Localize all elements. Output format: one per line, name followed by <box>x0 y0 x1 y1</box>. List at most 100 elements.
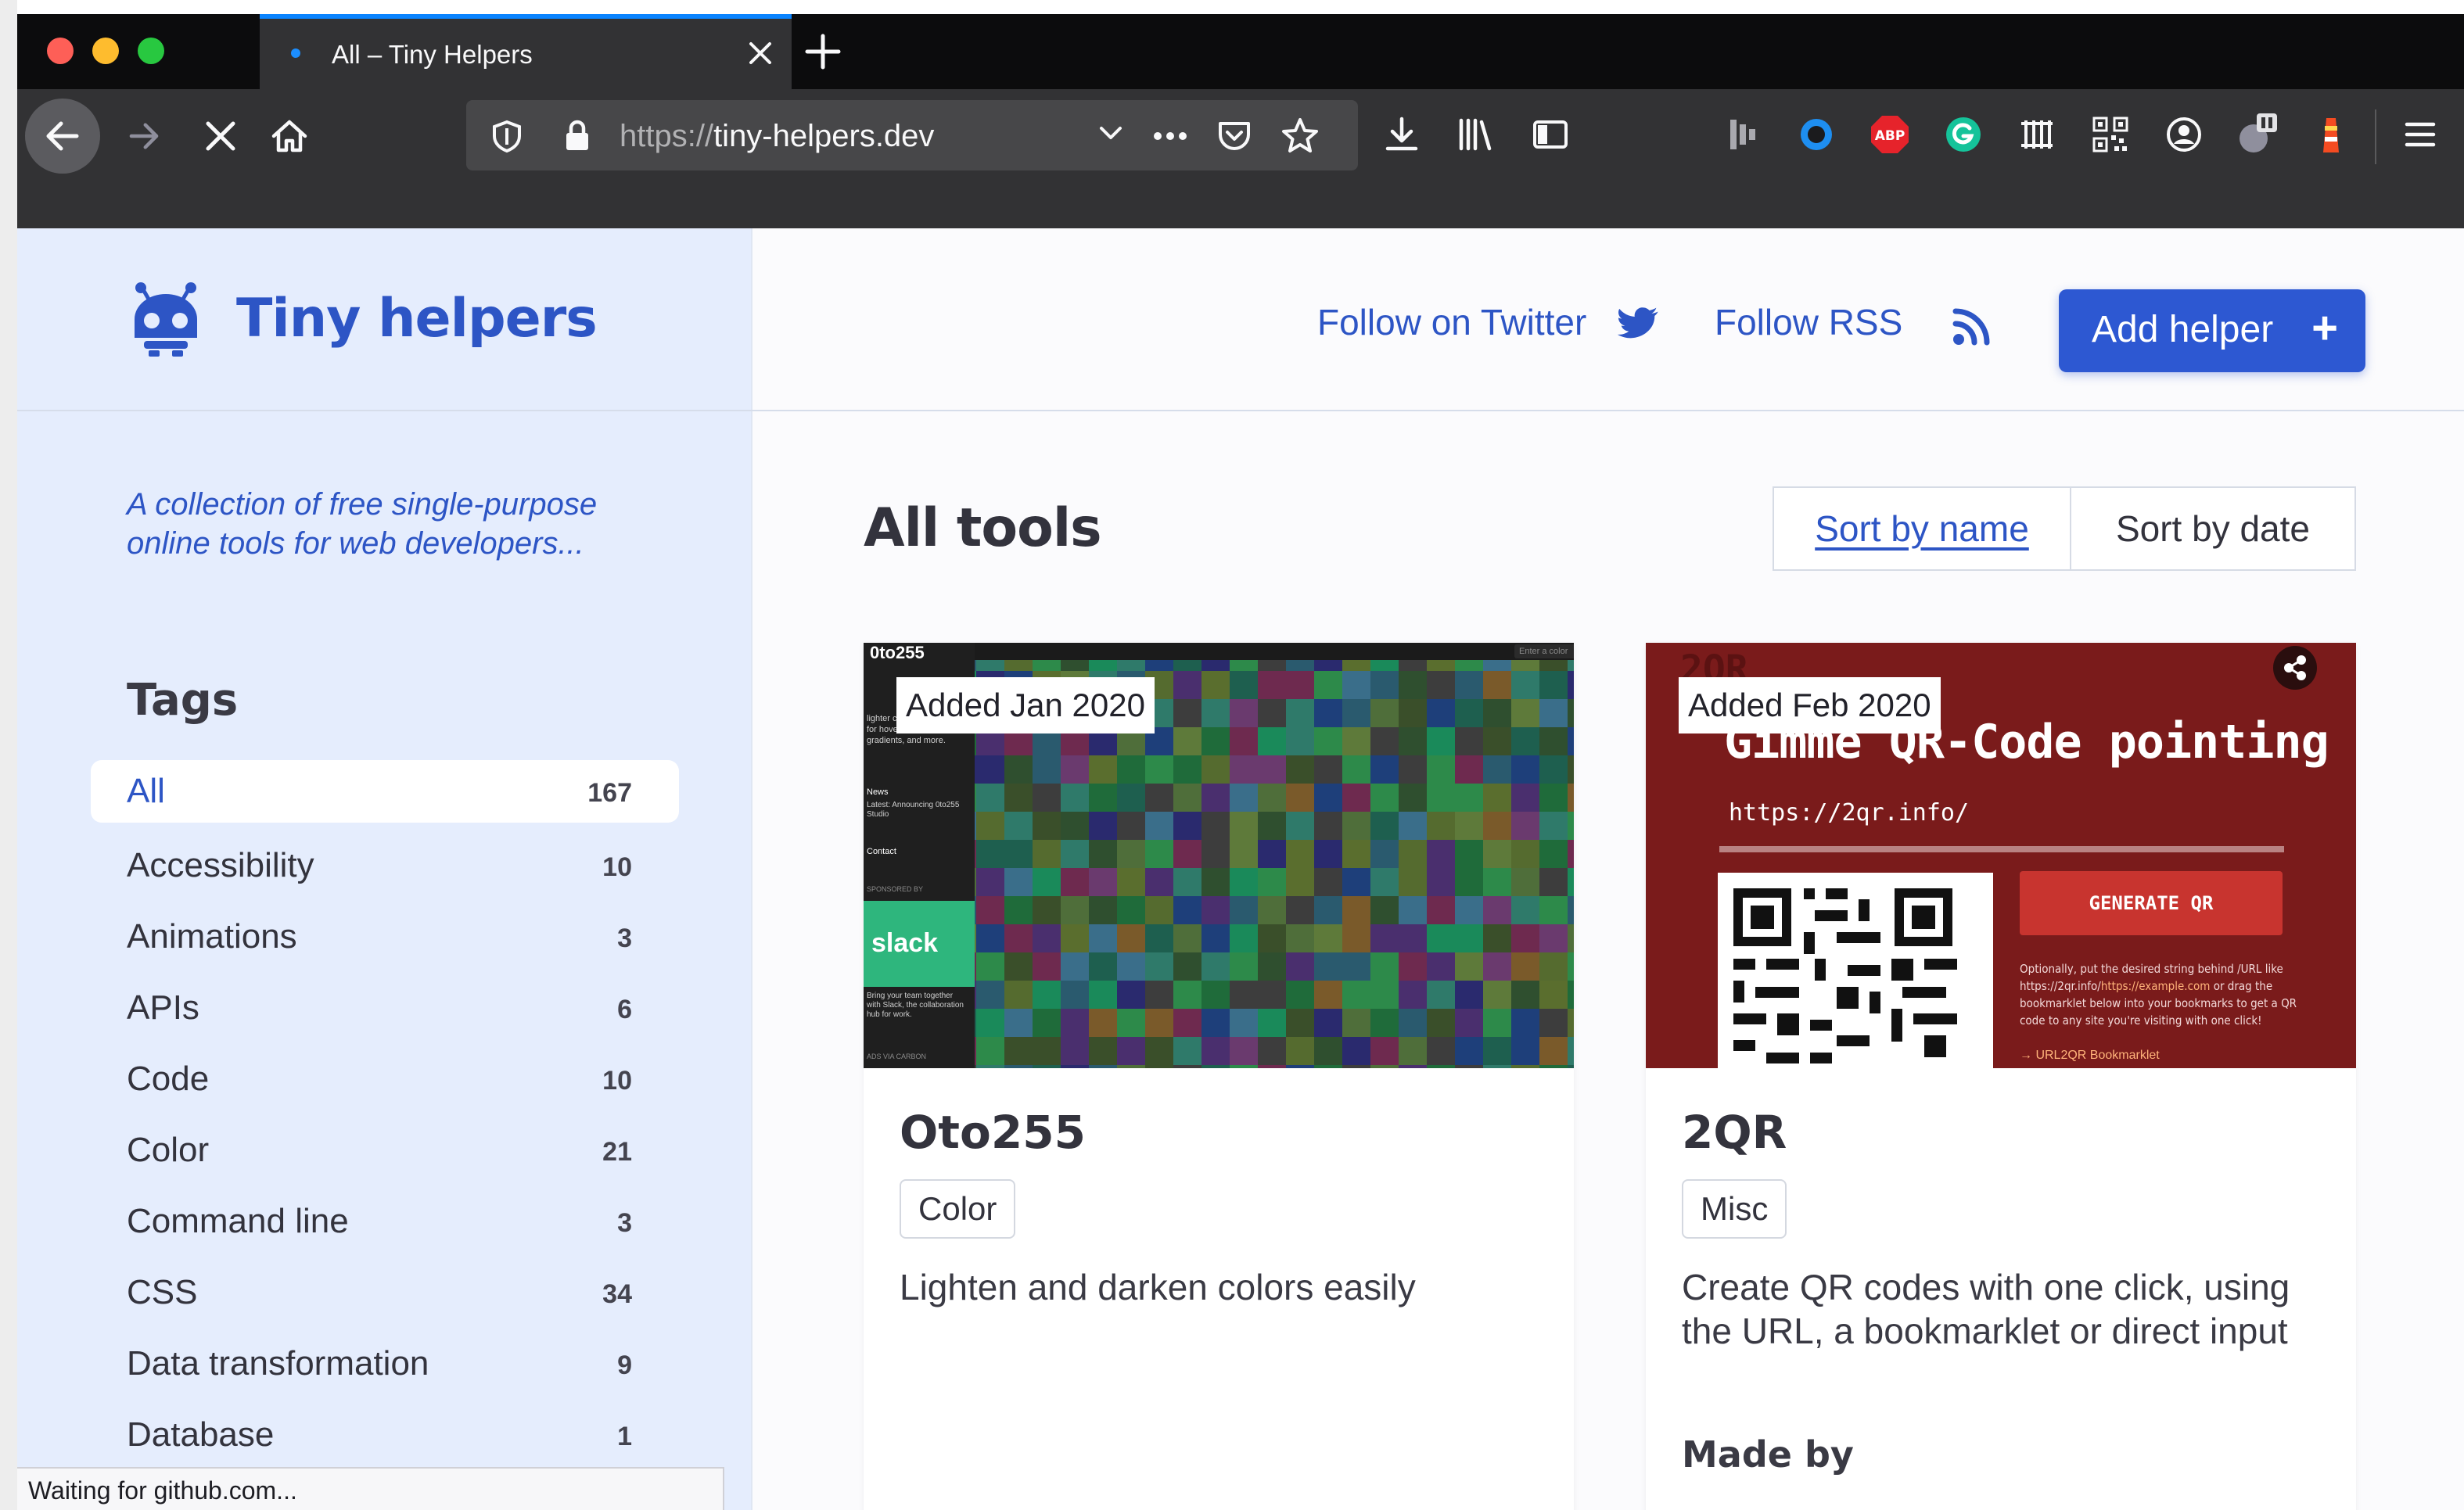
tag-item-code[interactable]: Code 10 <box>91 1045 679 1116</box>
color-swatch <box>1370 924 1399 952</box>
close-icon[interactable] <box>743 36 778 70</box>
tag-item-database[interactable]: Database 1 <box>91 1401 679 1472</box>
color-swatch <box>1314 727 1342 755</box>
tag-label: All <box>127 772 165 810</box>
chevron-down-icon[interactable] <box>1092 117 1130 155</box>
extension-paused-icon[interactable] <box>2232 109 2283 160</box>
screenshot-bookmarklet-link: → URL2QR Bookmarklet <box>2020 1049 2160 1062</box>
tag-item-accessibility[interactable]: Accessibility 10 <box>91 831 679 902</box>
color-swatch <box>1173 1065 1201 1068</box>
extension-lighthouse-icon[interactable] <box>2306 109 2356 160</box>
color-swatch <box>1568 1065 1574 1068</box>
tag-item-command-line[interactable]: Command line 3 <box>91 1187 679 1258</box>
stop-button[interactable] <box>188 103 253 169</box>
color-swatch <box>1539 755 1568 784</box>
tool-tag[interactable]: Misc <box>1682 1179 1787 1239</box>
color-swatch <box>1173 840 1201 868</box>
adblock-plus-icon[interactable]: ABP <box>1865 109 1915 160</box>
color-swatch <box>1342 727 1370 755</box>
url-bar[interactable]: https://tiny-helpers.dev <box>466 100 1358 170</box>
extension-circle-icon[interactable] <box>1791 109 1841 160</box>
sort-by-date-button[interactable]: Sort by date <box>2071 488 2354 569</box>
sidebar-icon[interactable] <box>1525 109 1575 160</box>
home-button[interactable] <box>257 103 322 169</box>
screenshot-qr-code <box>1718 873 1993 1068</box>
qr-code-icon[interactable] <box>2085 109 2135 160</box>
color-swatch <box>1230 727 1258 755</box>
color-swatch <box>1286 755 1314 784</box>
color-swatch <box>1568 699 1574 727</box>
color-swatch <box>976 1037 1004 1065</box>
url-text[interactable]: https://tiny-helpers.dev <box>620 117 934 155</box>
color-swatch <box>1258 671 1286 699</box>
tag-count: 9 <box>617 1350 632 1380</box>
sort-by-name-button[interactable]: Sort by name <box>1774 488 2071 569</box>
twitter-icon[interactable] <box>1618 303 1661 343</box>
tag-count: 10 <box>602 852 632 882</box>
color-swatch <box>1483 1009 1511 1037</box>
color-swatch <box>1399 1037 1427 1065</box>
color-swatch <box>1399 1065 1427 1068</box>
close-window-button[interactable] <box>47 38 74 64</box>
screenshot-logo: 0to255 <box>870 643 925 662</box>
color-swatch <box>1201 981 1230 1009</box>
color-swatch <box>1286 924 1314 952</box>
follow-rss-link[interactable]: Follow RSS <box>1715 300 1902 344</box>
tag-item-animations[interactable]: Animations 3 <box>91 902 679 974</box>
download-icon[interactable] <box>1377 109 1427 160</box>
color-swatch <box>1173 868 1201 896</box>
more-icon[interactable] <box>1147 117 1194 155</box>
extension-kanban-icon[interactable] <box>1718 109 1768 160</box>
color-swatch <box>1539 671 1568 699</box>
tool-screenshot[interactable]: Enter a color 0to255 lighter colors. It'… <box>864 643 1574 1068</box>
tool-screenshot[interactable]: 2QR Gimme QR-Code pointing to https://2q… <box>1646 643 2356 1068</box>
shield-icon[interactable] <box>490 119 524 153</box>
star-icon[interactable] <box>1280 116 1320 156</box>
color-swatch <box>1258 699 1286 727</box>
color-swatch <box>976 784 1004 812</box>
tag-item-data-transformation[interactable]: Data transformation 9 <box>91 1329 679 1401</box>
back-button[interactable] <box>25 99 100 174</box>
brand-header[interactable]: Tiny helpers <box>17 228 752 411</box>
color-swatch <box>1511 1065 1539 1068</box>
tool-card-2qr[interactable]: 2QR Gimme QR-Code pointing to https://2q… <box>1646 643 2356 1510</box>
color-swatch <box>1258 896 1286 924</box>
tag-item-all[interactable]: All 167 <box>91 760 679 823</box>
new-tab-button[interactable] <box>799 28 846 75</box>
color-swatch <box>1201 755 1230 784</box>
color-swatch <box>1568 727 1574 755</box>
color-swatch <box>1427 784 1455 812</box>
color-swatch <box>1568 784 1574 812</box>
tool-card-oto255[interactable]: Enter a color 0to255 lighter colors. It'… <box>864 643 1574 1510</box>
color-swatch <box>1455 952 1483 981</box>
forward-button[interactable] <box>111 103 177 169</box>
color-swatch <box>1483 755 1511 784</box>
minimize-window-button[interactable] <box>92 38 119 64</box>
extension-grid-icon[interactable] <box>2012 109 2062 160</box>
tool-tag[interactable]: Color <box>900 1179 1016 1239</box>
pocket-icon[interactable] <box>1216 117 1253 155</box>
tag-item-color[interactable]: Color 21 <box>91 1116 679 1187</box>
screenshot-url: https://2qr.info/ <box>1729 799 1970 827</box>
color-swatch <box>1089 952 1117 981</box>
library-icon[interactable] <box>1450 109 1500 160</box>
add-helper-button[interactable]: Add helper + <box>2059 289 2365 372</box>
rss-icon[interactable] <box>1952 307 1992 346</box>
tool-title[interactable]: 2QR <box>1682 1104 1787 1160</box>
lock-icon[interactable] <box>562 119 593 153</box>
tag-item-css[interactable]: CSS 34 <box>91 1258 679 1329</box>
color-swatch <box>1173 896 1201 924</box>
maximize-window-button[interactable] <box>138 38 164 64</box>
follow-twitter-link[interactable]: Follow on Twitter <box>1317 300 1586 344</box>
color-swatch <box>1173 727 1201 755</box>
color-swatch <box>1455 727 1483 755</box>
grammarly-icon[interactable] <box>1938 109 1988 160</box>
menu-icon[interactable] <box>2395 109 2445 160</box>
color-swatch <box>1455 868 1483 896</box>
account-icon[interactable] <box>2159 109 2209 160</box>
screenshot-slack-text: Bring your team together with Slack, the… <box>867 992 964 1019</box>
tab-active[interactable]: All – Tiny Helpers <box>260 14 792 89</box>
tag-item-apis[interactable]: APIs 6 <box>91 974 679 1045</box>
toolbar-separator <box>2375 109 2376 164</box>
tool-title[interactable]: Oto255 <box>900 1104 1086 1160</box>
